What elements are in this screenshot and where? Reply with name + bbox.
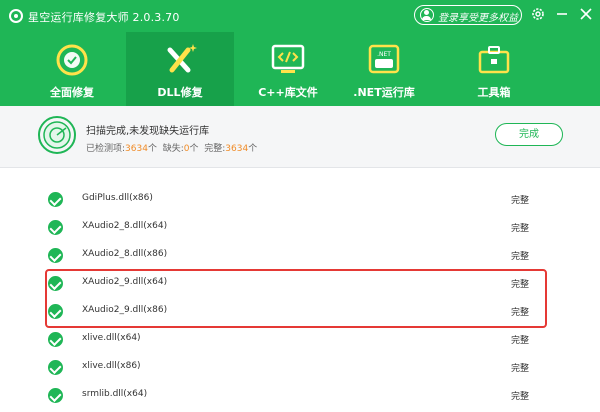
highlight-box [45, 269, 547, 328]
unit-label: 个 [147, 144, 157, 154]
dll-repair-icon [167, 44, 197, 73]
check-icon [48, 192, 63, 207]
list-item: XAudio2_8.dll(x64) 完整 [0, 214, 600, 242]
tab-label: DLL修复 [157, 86, 203, 99]
file-name: XAudio2_8.dll(x86) [82, 249, 168, 259]
net-runtime-icon: .NET [368, 44, 400, 74]
file-name: xlive.dll(x86) [82, 361, 141, 371]
scan-stats: 已检测项:3634个 缺失:0个 完整:3634个 [86, 141, 257, 154]
svg-text:.NET: .NET [377, 51, 391, 58]
complete-count: 3634 [225, 144, 249, 154]
list-item: XAudio2_8.dll(x86) 完整 [0, 242, 600, 270]
file-status: 完整 [511, 336, 530, 346]
file-status: 完整 [511, 252, 530, 262]
unit-label: 个 [189, 144, 199, 154]
missing-label: 缺失: [162, 144, 184, 154]
file-status: 完整 [511, 196, 530, 206]
tab-toolbox[interactable]: 工具箱 [440, 32, 548, 106]
tab-label: .NET运行库 [353, 86, 415, 99]
list-item: GdiPlus.dll(x86) 完整 [0, 186, 600, 214]
done-button[interactable]: 完成 [495, 123, 563, 146]
file-name: GdiPlus.dll(x86) [82, 193, 153, 203]
tab-full-repair[interactable]: 全面修复 [18, 32, 126, 106]
list-item: srmlib.dll(x64) 完整 [0, 382, 600, 410]
check-icon [48, 388, 63, 403]
check-icon [48, 248, 63, 263]
close-button[interactable] [577, 6, 595, 24]
file-status: 完整 [511, 224, 530, 234]
tab-label: C++库文件 [258, 86, 318, 99]
file-name: xlive.dll(x64) [82, 333, 141, 343]
title-bar: 星空运行库修复大师 2.0.3.70 登录享受更多权益 [0, 0, 600, 32]
user-icon [420, 8, 434, 22]
toolbox-icon [478, 46, 510, 74]
scan-status-title: 扫描完成,未发现缺失运行库 [86, 126, 210, 137]
check-icon [48, 360, 63, 375]
check-icon [48, 220, 63, 235]
tab-dll-repair[interactable]: DLL修复 [126, 32, 234, 106]
file-status: 完整 [511, 364, 530, 374]
app-title: 星空运行库修复大师 2.0.3.70 [28, 11, 180, 24]
tab-cpp-library[interactable]: C++库文件 [234, 32, 342, 106]
complete-label: 完整: [204, 144, 226, 154]
tab-net-runtime[interactable]: .NET .NET运行库 [330, 32, 438, 106]
code-file-icon [271, 44, 305, 73]
app-header: 星空运行库修复大师 2.0.3.70 登录享受更多权益 全面修复 DLL修复 C… [0, 0, 600, 106]
minimize-button[interactable] [553, 6, 571, 24]
login-label: 登录享受更多权益 [438, 13, 518, 24]
tab-label: 工具箱 [477, 86, 511, 99]
settings-gear-icon[interactable] [529, 6, 547, 24]
tab-label: 全面修复 [50, 86, 94, 99]
main-tabs: 全面修复 DLL修复 C++库文件 .NET .NET运行库 工具箱 [0, 32, 600, 106]
list-item: xlive.dll(x64) 完整 [0, 326, 600, 354]
detected-label: 已检测项: [86, 144, 126, 154]
unit-label: 个 [248, 144, 258, 154]
file-status: 完整 [511, 392, 530, 402]
file-name: XAudio2_8.dll(x64) [82, 221, 168, 231]
detected-count: 3634 [125, 144, 148, 154]
scan-radar-icon [38, 116, 76, 154]
login-button[interactable]: 登录享受更多权益 [414, 5, 522, 25]
refresh-icon [56, 44, 88, 76]
app-logo-icon [9, 9, 23, 23]
check-icon [48, 332, 63, 347]
list-item: xlive.dll(x86) 完整 [0, 354, 600, 382]
file-name: srmlib.dll(x64) [82, 389, 148, 399]
